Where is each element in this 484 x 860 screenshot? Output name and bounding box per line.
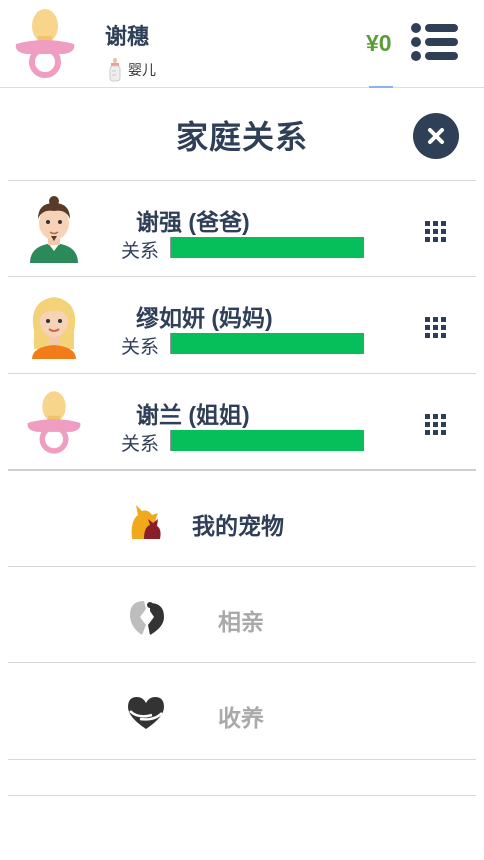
relationship-label: 关系 [121,434,160,455]
family-member-row[interactable]: 谢兰 (姐姐) 关系 [8,374,476,470]
action-adopt[interactable]: 收养 [8,663,476,759]
grid-menu-icon[interactable] [425,221,447,243]
relationship-label: 关系 [121,337,160,358]
relationship-bar-fill [171,237,364,258]
baby-bottle-icon [109,58,121,82]
family-member-row[interactable]: 缪如妍 (妈妈) 关系 [8,277,476,373]
money-balance: ¥0 [366,30,392,56]
close-button[interactable] [413,113,459,159]
relationship-bar-fill [171,430,364,451]
player-name: 谢穗 [105,24,150,49]
relationship-label: 关系 [121,241,160,262]
member-name: 谢强 (爸爸) [136,209,250,235]
family-member-row[interactable]: 谢强 (爸爸) 关系 [8,181,476,277]
broken-heart-icon [130,601,164,635]
pacifier-icon [27,391,81,454]
life-stage: 婴儿 [108,58,156,82]
divider [8,759,476,760]
relationship-bar [170,237,364,258]
member-name: 缪如妍 (妈妈) [136,305,273,331]
father-avatar-icon [30,196,78,263]
pacifier-icon[interactable] [14,6,76,80]
top-status-bar: 谢穗 婴儿 ¥0 [0,0,484,88]
relationship-bar [170,333,364,354]
mother-avatar-icon [32,297,76,359]
grid-menu-icon[interactable] [425,317,447,339]
action-label: 相亲 [218,609,264,635]
accent-underline [369,86,393,88]
action-my-pets[interactable]: 我的宠物 [8,471,476,567]
grid-menu-icon[interactable] [425,414,447,436]
action-label: 我的宠物 [192,513,284,539]
page-title: 家庭关系 [175,119,308,155]
action-label: 收养 [218,705,264,731]
adopt-heart-icon [128,697,164,729]
relationship-bar-fill [171,333,364,354]
pets-icon [131,505,161,539]
divider [8,795,476,796]
close-icon [428,128,444,144]
member-name: 谢兰 (姐姐) [136,402,250,428]
life-stage-label: 婴儿 [128,62,156,78]
action-blind-date[interactable]: 相亲 [8,567,476,663]
relationship-bar [170,430,364,451]
list-menu-icon[interactable] [410,22,460,62]
